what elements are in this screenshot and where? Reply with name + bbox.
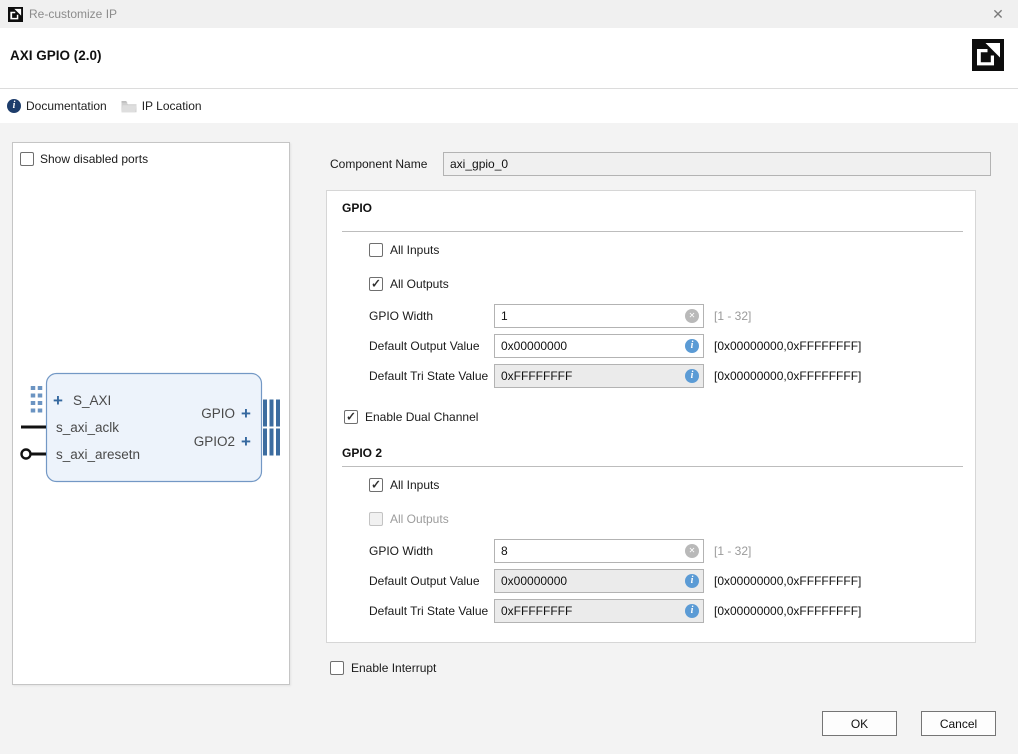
gpio-all-inputs-checkbox[interactable]: ✓ — [369, 243, 383, 257]
gpio2-default-tri-range: [0x00000000,0xFFFFFFFF] — [714, 604, 861, 618]
gpio2-bus-bars-icon — [263, 429, 280, 456]
toolbar: i Documentation IP Location — [0, 89, 1018, 123]
port-label-aresetn: s_axi_aresetn — [56, 447, 140, 462]
gpio2-default-output-label: Default Output Value — [369, 574, 494, 588]
gpio2-default-tri-input — [494, 599, 704, 623]
port-label-aclk: s_axi_aclk — [56, 420, 119, 435]
ip-location-button[interactable]: IP Location — [121, 99, 202, 113]
ok-button[interactable]: OK — [822, 711, 897, 736]
close-icon[interactable]: ✕ — [988, 4, 1008, 24]
gpio2-all-inputs-row: ✓ All Inputs — [369, 477, 439, 493]
default-output-value-range: [0x00000000,0xFFFFFFFF] — [714, 339, 861, 353]
gpio-width-range: [1 - 32] — [714, 309, 751, 323]
default-tri-state-input — [494, 364, 704, 388]
info-icon: i — [685, 574, 699, 588]
clear-icon[interactable]: ✕ — [685, 544, 699, 558]
ip-block-diagram: + S_AXI s_axi_aclk s_axi_aresetn GPIO + … — [13, 143, 289, 684]
gpio2-all-inputs-checkbox[interactable]: ✓ — [369, 478, 383, 492]
gpio-all-outputs-label: All Outputs — [390, 277, 449, 291]
documentation-button[interactable]: i Documentation — [7, 99, 107, 113]
enable-dual-channel-label: Enable Dual Channel — [365, 410, 478, 424]
documentation-label: Documentation — [26, 99, 107, 113]
component-name-label: Component Name — [330, 157, 437, 171]
recustomize-ip-dialog: Re-customize IP ✕ AXI GPIO (2.0) i Docum… — [0, 0, 1018, 754]
folder-icon — [121, 100, 137, 113]
check-icon: ✓ — [371, 278, 381, 290]
gpio-default-output-row: Default Output Value i [0x00000000,0xFFF… — [369, 334, 861, 358]
ip-title: AXI GPIO (2.0) — [10, 48, 102, 63]
gpio-width-input[interactable] — [494, 304, 704, 328]
gpio-all-outputs-row: ✓ All Outputs — [369, 276, 449, 292]
clear-icon[interactable]: ✕ — [685, 309, 699, 323]
s-axi-expand-icon[interactable]: + — [53, 391, 63, 410]
enable-dual-channel-checkbox[interactable]: ✓ — [344, 410, 358, 424]
gpio2-all-inputs-label: All Inputs — [390, 478, 439, 492]
block-preview-panel: ✓ Show disabled ports + S_AXI s_axi_aclk — [12, 142, 290, 685]
gpio-all-outputs-checkbox[interactable]: ✓ — [369, 277, 383, 291]
gpio-expand-icon[interactable]: + — [241, 404, 251, 423]
section-title-gpio2: GPIO 2 — [342, 446, 382, 462]
component-name-input — [443, 152, 991, 176]
port-label-s-axi: S_AXI — [73, 393, 111, 408]
ip-location-label: IP Location — [142, 99, 202, 113]
gpio2-default-output-row: Default Output Value i [0x00000000,0xFFF… — [369, 569, 861, 593]
gpio-default-tri-row: Default Tri State Value i [0x00000000,0x… — [369, 364, 861, 388]
section-title-gpio: GPIO — [342, 201, 372, 217]
gpio2-all-outputs-label: All Outputs — [390, 512, 449, 526]
info-icon: i — [685, 369, 699, 383]
aresetn-bubble-icon — [22, 450, 31, 459]
gpio-bus-bars-icon — [263, 400, 280, 427]
section-divider — [342, 231, 963, 232]
gpio2-width-label: GPIO Width — [369, 544, 494, 558]
gpio2-width-row: GPIO Width ✕ [1 - 32] — [369, 539, 751, 563]
gpio2-default-tri-row: Default Tri State Value i [0x00000000,0x… — [369, 599, 861, 623]
cancel-button[interactable]: Cancel — [921, 711, 996, 736]
gpio-width-label: GPIO Width — [369, 309, 494, 323]
default-tri-state-label: Default Tri State Value — [369, 369, 494, 383]
dialog-header: AXI GPIO (2.0) — [0, 28, 1018, 89]
gpio2-default-tri-label: Default Tri State Value — [369, 604, 494, 618]
info-icon: i — [7, 99, 21, 113]
section-divider — [342, 466, 963, 467]
vendor-logo-icon — [972, 39, 1004, 71]
gpio2-default-output-range: [0x00000000,0xFFFFFFFF] — [714, 574, 861, 588]
vendor-logo-icon — [8, 7, 23, 22]
gpio2-width-input[interactable] — [494, 539, 704, 563]
enable-interrupt-label: Enable Interrupt — [351, 661, 436, 675]
window-title: Re-customize IP — [29, 7, 117, 21]
info-icon: i — [685, 604, 699, 618]
gpio-width-row: GPIO Width ✕ [1 - 32] — [369, 304, 751, 328]
component-name-row: Component Name — [330, 152, 991, 176]
config-groupbox: GPIO ✓ All Inputs ✓ All Outputs GPIO Wid… — [326, 190, 976, 643]
info-icon: i — [685, 339, 699, 353]
gpio2-default-output-input — [494, 569, 704, 593]
dialog-body: ✓ Show disabled ports + S_AXI s_axi_aclk — [0, 123, 1018, 754]
default-tri-state-range: [0x00000000,0xFFFFFFFF] — [714, 369, 861, 383]
enable-interrupt-checkbox[interactable]: ✓ — [330, 661, 344, 675]
default-output-value-label: Default Output Value — [369, 339, 494, 353]
gpio-all-inputs-label: All Inputs — [390, 243, 439, 257]
titlebar: Re-customize IP ✕ — [0, 0, 1018, 28]
port-label-gpio2: GPIO2 — [194, 434, 235, 449]
gpio2-all-outputs-checkbox: ✓ — [369, 512, 383, 526]
gpio2-expand-icon[interactable]: + — [241, 432, 251, 451]
port-label-gpio: GPIO — [201, 406, 235, 421]
gpio2-width-range: [1 - 32] — [714, 544, 751, 558]
default-output-value-input[interactable] — [494, 334, 704, 358]
gpio-all-inputs-row: ✓ All Inputs — [369, 242, 439, 258]
gpio2-all-outputs-row: ✓ All Outputs — [369, 511, 449, 527]
enable-interrupt-row: ✓ Enable Interrupt — [330, 660, 436, 676]
enable-dual-channel-row: ✓ Enable Dual Channel — [344, 409, 478, 425]
check-icon: ✓ — [371, 479, 381, 491]
check-icon: ✓ — [346, 411, 356, 423]
